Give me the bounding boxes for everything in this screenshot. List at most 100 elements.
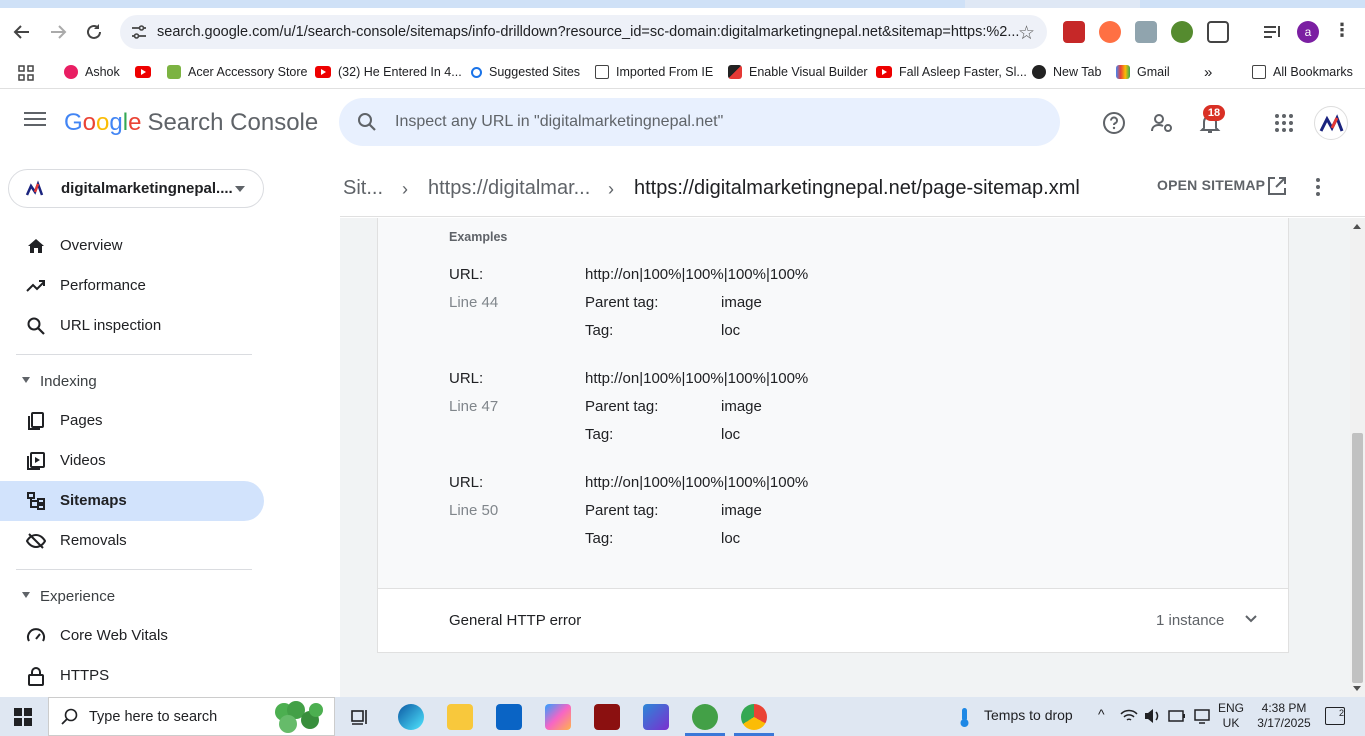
- sidebar-item-sitemaps[interactable]: Sitemaps: [0, 481, 264, 521]
- open-in-new-icon[interactable]: [1266, 175, 1288, 197]
- bookmark-imported-from-ie[interactable]: Imported From IE: [595, 62, 713, 82]
- extension-icon[interactable]: [1135, 21, 1157, 43]
- bookmark-fall-asleep[interactable]: Fall Asleep Faster, Sl...: [876, 62, 1027, 82]
- tray-chevron-up-icon[interactable]: ^: [1098, 706, 1105, 722]
- taskbar-search-box[interactable]: Type here to search: [48, 697, 335, 736]
- browser-menu-icon[interactable]: ⋮: [1333, 20, 1351, 41]
- more-bookmarks-chevron-icon[interactable]: »: [1204, 62, 1212, 82]
- chrome-icon[interactable]: [741, 704, 767, 730]
- seo-extension-icon[interactable]: [1063, 21, 1085, 43]
- more-options-icon[interactable]: [1310, 177, 1326, 197]
- url-inspect-search[interactable]: [339, 98, 1060, 146]
- manage-users-icon[interactable]: [1150, 111, 1174, 135]
- example-url[interactable]: http://on|100%|100%|100%|100%: [585, 370, 808, 387]
- pages-icon: [28, 412, 44, 430]
- bookmark-acer[interactable]: Acer Accessory Store: [167, 62, 308, 82]
- profile-avatar[interactable]: a: [1297, 21, 1319, 43]
- back-button[interactable]: [8, 18, 36, 46]
- address-bar[interactable]: search.google.com/u/1/search-console/sit…: [120, 15, 1047, 49]
- url-text[interactable]: search.google.com/u/1/search-console/sit…: [157, 24, 1019, 40]
- open-sitemap-button[interactable]: OPEN SITEMAP: [1157, 177, 1265, 193]
- tag-label: Tag:: [585, 530, 614, 547]
- page-scrollbar[interactable]: [1350, 218, 1365, 697]
- scrollbar-thumb[interactable]: [1352, 433, 1363, 683]
- language-indicator[interactable]: ENG UK: [1218, 701, 1244, 731]
- error-instance-count: 1 instance: [1156, 612, 1225, 629]
- breadcrumb-domain[interactable]: https://digitalmar...: [428, 177, 590, 200]
- weather-text[interactable]: Temps to drop: [984, 707, 1073, 723]
- scroll-down-arrow-icon[interactable]: [1353, 686, 1361, 691]
- url-inspect-input[interactable]: [395, 110, 1035, 134]
- network-icon[interactable]: [1120, 708, 1138, 724]
- task-view-icon[interactable]: [350, 707, 370, 727]
- taskbar-clock[interactable]: 4:38 PM 3/17/2025: [1256, 701, 1312, 731]
- sidebar-item-overview[interactable]: Overview: [0, 226, 264, 266]
- chevron-right-icon: ›: [608, 179, 614, 199]
- file-explorer-icon[interactable]: [447, 704, 473, 730]
- bookmark-gmail[interactable]: Gmail: [1116, 62, 1170, 82]
- sidebar-item-https[interactable]: HTTPS: [0, 656, 264, 696]
- extensions-puzzle-icon[interactable]: [1207, 21, 1229, 43]
- active-tab[interactable]: [0, 0, 965, 8]
- section-experience[interactable]: Experience: [0, 576, 264, 616]
- battery-icon[interactable]: [1168, 709, 1186, 723]
- outlook-icon[interactable]: [496, 704, 522, 730]
- google-apps-icon[interactable]: [1274, 113, 1294, 133]
- temperature-icon[interactable]: [954, 706, 976, 728]
- home-icon: [28, 239, 44, 253]
- site-info-icon[interactable]: [130, 23, 148, 41]
- help-icon[interactable]: [1102, 111, 1126, 135]
- sidebar-item-videos[interactable]: Videos: [0, 441, 264, 481]
- account-avatar[interactable]: [1314, 106, 1348, 140]
- forward-button[interactable]: [44, 18, 72, 46]
- scroll-up-arrow-icon[interactable]: [1353, 224, 1361, 229]
- game-app-icon[interactable]: [594, 704, 620, 730]
- copilot-icon[interactable]: [545, 704, 571, 730]
- sidebar-item-core-web-vitals[interactable]: Core Web Vitals: [0, 616, 264, 656]
- example-item: URL: Line 47 http://on|100%|100%|100%|10…: [449, 370, 1249, 454]
- bookmark-suggested-sites[interactable]: Suggested Sites: [471, 62, 580, 82]
- property-selector[interactable]: digitalmarketingnepal....: [8, 169, 264, 208]
- gauge-icon: [27, 628, 45, 642]
- error-title: General HTTP error: [449, 612, 582, 629]
- section-indexing[interactable]: Indexing: [0, 361, 264, 401]
- reload-button[interactable]: [80, 18, 108, 46]
- lock-icon: [28, 667, 44, 686]
- sidebar-item-pages[interactable]: Pages: [0, 401, 264, 441]
- fire-extension-icon[interactable]: [1099, 21, 1121, 43]
- bookmark-ashok[interactable]: Ashok: [64, 62, 120, 82]
- globe-extension-icon[interactable]: [1171, 21, 1193, 43]
- tag-value: loc: [721, 322, 741, 339]
- bookmark-video[interactable]: (32) He Entered In 4...: [315, 62, 462, 82]
- expand-chevron-down-icon[interactable]: [1244, 614, 1258, 624]
- volume-icon[interactable]: [1143, 708, 1161, 724]
- sidebar-item-performance[interactable]: Performance: [0, 266, 264, 306]
- bookmark-visual-builder[interactable]: Enable Visual Builder: [728, 62, 868, 82]
- example-url[interactable]: http://on|100%|100%|100%|100%: [585, 474, 808, 491]
- youtube-icon: [876, 66, 892, 78]
- apps-icon[interactable]: [18, 65, 34, 81]
- inactive-tab[interactable]: [1140, 0, 1365, 8]
- sidebar-item-removals[interactable]: Removals: [0, 521, 264, 561]
- main-menu-icon[interactable]: [24, 112, 46, 128]
- sidebar-item-url-inspection[interactable]: URL inspection: [0, 306, 264, 346]
- line-number: Line 47: [449, 398, 499, 415]
- notification-center-icon[interactable]: 2: [1325, 707, 1345, 725]
- bookmark-star-icon[interactable]: ☆: [1018, 22, 1035, 45]
- bookmark-new-tab[interactable]: New Tab: [1032, 62, 1101, 82]
- all-bookmarks[interactable]: All Bookmarks: [1252, 62, 1353, 82]
- example-url[interactable]: http://on|100%|100%|100%|100%: [585, 266, 808, 283]
- tag-label: Tag:: [585, 322, 614, 339]
- search-icon: [471, 66, 482, 78]
- browser-toolbar: search.google.com/u/1/search-console/sit…: [0, 8, 1365, 56]
- utorrent-icon[interactable]: [692, 704, 718, 730]
- display-icon[interactable]: [1193, 708, 1211, 724]
- edge-icon[interactable]: [398, 704, 424, 730]
- breadcrumb-sitemaps[interactable]: Sit...: [343, 177, 383, 200]
- search-console-logo[interactable]: Google Search Console: [64, 109, 318, 137]
- general-http-error-row[interactable]: General HTTP error 1 instance: [377, 588, 1289, 653]
- windows-start-icon[interactable]: [14, 708, 32, 726]
- reading-list-icon[interactable]: [1261, 21, 1283, 43]
- microsoft-365-icon[interactable]: [643, 704, 669, 730]
- bookmark-youtube[interactable]: [135, 62, 158, 82]
